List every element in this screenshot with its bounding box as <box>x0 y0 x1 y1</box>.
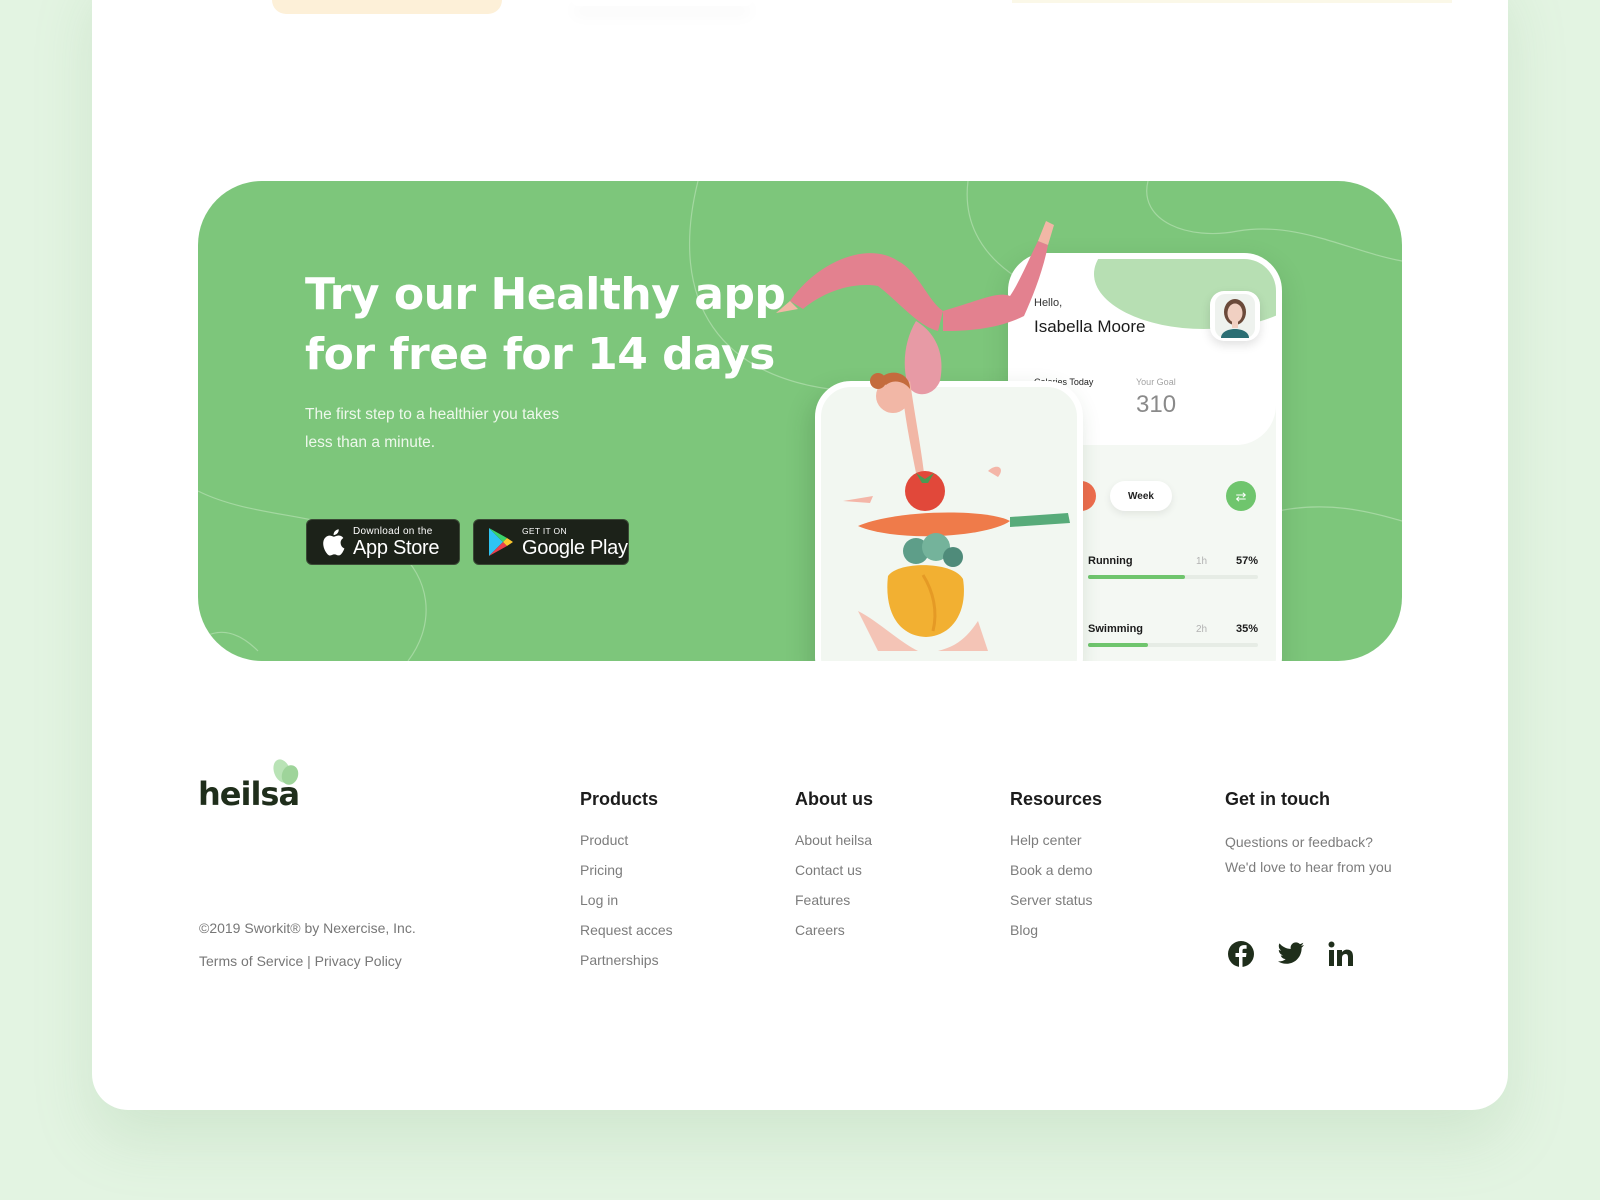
facebook-icon[interactable] <box>1225 938 1257 970</box>
column-title: Products <box>580 789 659 809</box>
legal-links: Terms of Service | Privacy Policy <box>199 953 402 969</box>
footer-link-request-access[interactable]: Request acces <box>580 920 673 950</box>
terms-link[interactable]: Terms of Service <box>199 953 303 969</box>
contact-line-2: We'd love to hear from you <box>1225 859 1392 875</box>
logo-text: heilsa <box>198 775 300 813</box>
footer-link-pricing[interactable]: Pricing <box>580 860 673 890</box>
linkedin-icon[interactable] <box>1325 938 1357 970</box>
twitter-icon[interactable] <box>1275 938 1307 970</box>
footer-column-resources: Resources Help center Book a demo Server… <box>1010 789 1102 950</box>
decorative-shape <box>272 0 502 14</box>
privacy-link[interactable]: Privacy Policy <box>315 953 402 969</box>
column-title: Resources <box>1010 789 1103 809</box>
footer-link-log-in[interactable]: Log in <box>580 890 673 920</box>
decorative-shadow <box>572 0 752 6</box>
column-title: About us <box>795 789 873 809</box>
footer-column-products: Products Product Pricing Log in Request … <box>580 789 673 980</box>
footer-link-partnerships[interactable]: Partnerships <box>580 950 673 980</box>
footer-link-careers[interactable]: Careers <box>795 920 873 950</box>
footer-column-contact: Get in touch Questions or feedback? We'd… <box>1225 789 1392 880</box>
footer-column-about: About us About heilsa Contact us Feature… <box>795 789 873 950</box>
social-links <box>1225 938 1357 970</box>
footer-link-product[interactable]: Product <box>580 830 673 860</box>
legal-separator: | <box>307 953 311 969</box>
footer-link-blog[interactable]: Blog <box>1010 920 1102 950</box>
column-title: Get in touch <box>1225 789 1330 809</box>
promo-banner: Try our Healthy app for free for 14 days… <box>198 181 1402 661</box>
footer-link-server-status[interactable]: Server status <box>1010 890 1102 920</box>
copyright-text: ©2019 Sworkit® by Nexercise, Inc. <box>199 920 416 936</box>
footer-link-contact-us[interactable]: Contact us <box>795 860 873 890</box>
footer-link-about-heilsa[interactable]: About heilsa <box>795 830 873 860</box>
footer-link-help-center[interactable]: Help center <box>1010 830 1102 860</box>
contact-line-1: Questions or feedback? <box>1225 834 1373 850</box>
footer-link-book-demo[interactable]: Book a demo <box>1010 860 1102 890</box>
acrobat-vegetables-illustration <box>776 221 1070 651</box>
decorative-strip <box>1012 0 1452 3</box>
footer-link-features[interactable]: Features <box>795 890 873 920</box>
